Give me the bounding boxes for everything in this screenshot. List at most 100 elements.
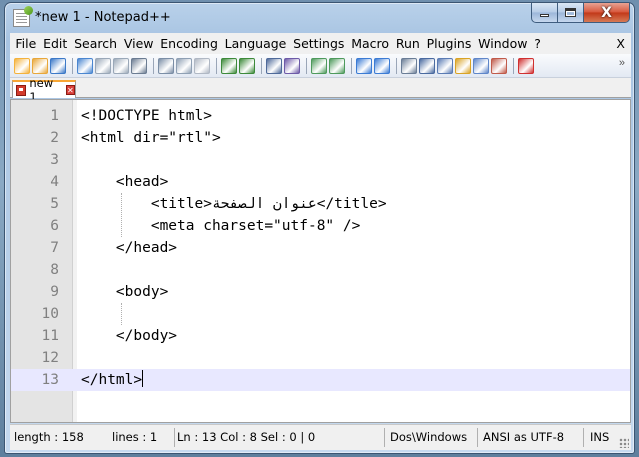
toolbar-separator <box>396 57 397 74</box>
copy-icon[interactable] <box>176 57 192 74</box>
menu-view[interactable]: View <box>120 36 156 51</box>
toolbar-separator <box>306 57 307 74</box>
code-text: </head> <box>81 240 178 256</box>
editor-line[interactable]: 13 </html> <box>11 369 630 391</box>
editor-line[interactable]: 3 <box>11 149 630 171</box>
text-editor[interactable]: 1 <!DOCTYPE html> 2 <html dir="rtl"> 3 4 <hea… <box>10 99 631 423</box>
editor-line[interactable]: 10 <box>11 303 630 325</box>
show-all-chars-icon[interactable] <box>419 57 435 74</box>
menu-settings[interactable]: Settings <box>290 36 348 51</box>
save-all-icon[interactable] <box>77 57 93 74</box>
menu-edit[interactable]: Edit <box>40 36 71 51</box>
line-number: 10 <box>41 306 59 322</box>
line-number: 4 <box>50 174 59 190</box>
resize-grip[interactable] <box>619 438 629 448</box>
code-text: <!DOCTYPE html> <box>81 108 212 124</box>
notepadpp-app-icon[interactable] <box>13 6 33 27</box>
toolbar-separator <box>153 57 154 74</box>
status-length: length : 158 <box>14 430 84 444</box>
line-number: 6 <box>50 218 59 234</box>
word-wrap-icon[interactable] <box>401 57 417 74</box>
editor-line[interactable]: 7 </head> <box>11 237 630 259</box>
line-number: 3 <box>50 152 59 168</box>
menu-encoding[interactable]: Encoding <box>157 36 221 51</box>
code-text: <head> <box>81 174 169 190</box>
editor-line[interactable]: 8 <box>11 259 630 281</box>
unsaved-file-icon <box>16 84 27 96</box>
save-icon[interactable] <box>50 57 66 74</box>
editor-line[interactable]: 6 <meta charset="utf-8" /> <box>11 215 630 237</box>
code-text: </body> <box>81 328 178 344</box>
editor-line[interactable]: 9 <body> <box>11 281 630 303</box>
tab-bar: new 1 ✕ <box>10 76 631 104</box>
menu-plugins[interactable]: Plugins <box>423 36 475 51</box>
text-caret <box>142 370 144 387</box>
status-divider <box>583 428 584 447</box>
document-map-icon[interactable] <box>473 57 489 74</box>
record-macro-icon[interactable] <box>518 57 534 74</box>
close-icon[interactable] <box>95 57 111 74</box>
line-number: 13 <box>41 372 59 388</box>
toolbar-overflow-icon[interactable]: » <box>619 57 625 69</box>
sync-horizontal-icon[interactable] <box>374 57 390 74</box>
zoom-in-icon[interactable] <box>311 57 327 74</box>
maximize-icon <box>565 8 576 17</box>
line-number: 5 <box>50 196 59 212</box>
title-bar[interactable]: *new 1 - Notepad++ X <box>5 3 634 33</box>
editor-line[interactable]: 4 <head> <box>11 171 630 193</box>
line-number: 12 <box>41 350 59 366</box>
cut-icon[interactable] <box>158 57 174 74</box>
menu-search[interactable]: Search <box>71 36 121 51</box>
status-divider <box>174 428 175 447</box>
print-icon[interactable] <box>131 57 147 74</box>
minimize-button[interactable] <box>531 3 558 23</box>
window-controls: X <box>531 3 630 23</box>
menu-language[interactable]: Language <box>221 36 289 51</box>
status-lines: lines : 1 <box>112 430 158 444</box>
editor-line[interactable]: 1 <!DOCTYPE html> <box>11 105 630 127</box>
menu-bar: File Edit Search View Encoding Language … <box>10 33 631 54</box>
line-number: 7 <box>50 240 59 256</box>
close-document-button[interactable]: X <box>613 36 631 51</box>
code-text: <html dir="rtl"> <box>81 130 221 146</box>
toolbar-separator <box>261 57 262 74</box>
replace-icon[interactable] <box>284 57 300 74</box>
zoom-out-icon[interactable] <box>329 57 345 74</box>
open-file-icon[interactable] <box>32 57 48 74</box>
redo-icon[interactable] <box>239 57 255 74</box>
status-position: Ln : 13 Col : 8 Sel : 0 | 0 <box>177 430 316 444</box>
tab-new-1[interactable]: new 1 ✕ <box>12 76 76 104</box>
toolbar-separator <box>351 57 352 74</box>
editor-line[interactable]: 12 <box>11 347 630 369</box>
status-divider <box>477 428 478 447</box>
toolbar-separator <box>513 57 514 74</box>
user-defined-language-icon[interactable] <box>455 57 471 74</box>
indent-guide <box>121 193 122 237</box>
close-all-icon[interactable] <box>113 57 129 74</box>
menu-window[interactable]: Window <box>475 36 531 51</box>
indent-guide <box>121 303 122 325</box>
find-icon[interactable] <box>266 57 282 74</box>
tab-close-icon[interactable]: ✕ <box>65 85 75 95</box>
function-list-icon[interactable] <box>491 57 507 74</box>
code-text: <meta charset="utf-8" /> <box>81 218 361 234</box>
new-file-icon[interactable] <box>14 57 30 74</box>
toolbar-separator <box>216 57 217 74</box>
status-insert-mode: INS <box>590 430 610 444</box>
menu-macro[interactable]: Macro <box>348 36 393 51</box>
indent-guide-icon[interactable] <box>437 57 453 74</box>
sync-vertical-icon[interactable] <box>356 57 372 74</box>
editor-line[interactable]: 2 <html dir="rtl"> <box>11 127 630 149</box>
menu-run[interactable]: Run <box>392 36 423 51</box>
undo-icon[interactable] <box>221 57 237 74</box>
editor-line[interactable]: 11 </body> <box>11 325 630 347</box>
editor-line[interactable]: 5 <title>عنوان الصفحة</title> <box>11 193 630 215</box>
minimize-icon <box>540 14 549 17</box>
menu-help[interactable]: ? <box>531 36 544 51</box>
maximize-button[interactable] <box>558 3 584 23</box>
menu-file[interactable]: File <box>12 36 40 51</box>
code-text: <title>عنوان الصفحة</title> <box>81 196 387 212</box>
close-icon: X <box>601 4 612 21</box>
paste-icon[interactable] <box>194 57 210 74</box>
close-button[interactable]: X <box>584 3 630 23</box>
